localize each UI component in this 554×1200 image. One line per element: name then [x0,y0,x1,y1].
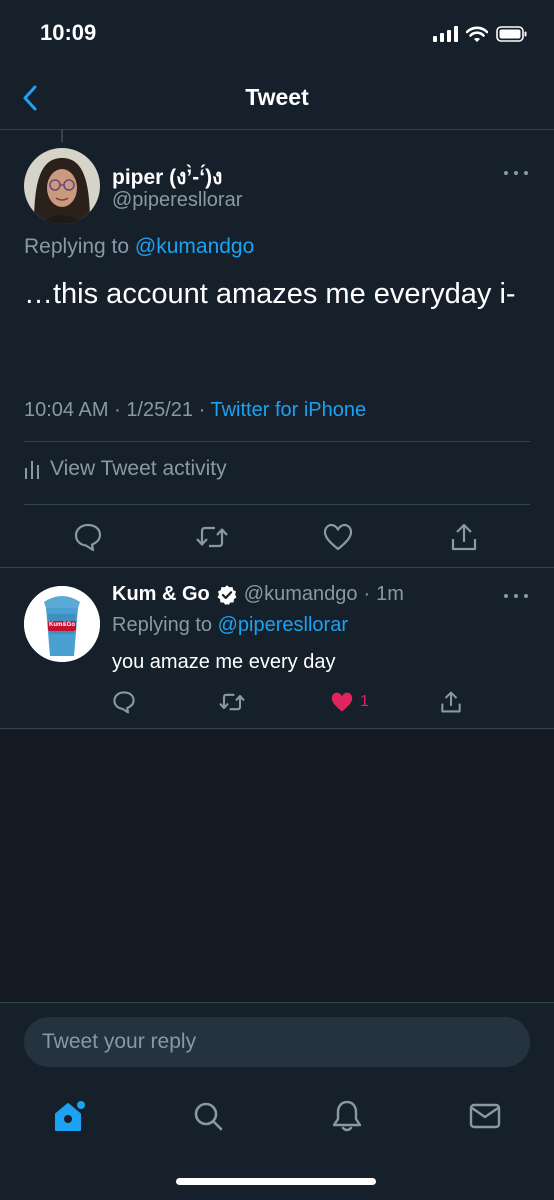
user-avatar-image [24,148,100,224]
mail-icon [469,1103,501,1129]
share-button[interactable] [444,517,484,557]
share-icon [441,691,461,713]
share-icon [451,523,477,551]
empty-timeline-area [0,730,554,1002]
tweet-meta: 10:04 AM · 1/25/21 · Twitter for iPhone [24,399,366,422]
tweet-time: 10:04 AM [24,399,109,421]
reply-button[interactable] [68,517,108,557]
like-button[interactable] [318,517,358,557]
reply-input[interactable] [24,1017,530,1067]
retweet-button[interactable] [218,687,246,717]
comment-icon [113,691,135,714]
tab-home[interactable] [48,1094,92,1138]
meta-separator: · [114,399,121,421]
more-options-button[interactable] [504,167,528,179]
avatar[interactable]: Kum&Go [24,586,100,662]
replying-to-handle-link[interactable]: @kumandgo [135,235,254,258]
reply-button[interactable] [112,687,136,717]
home-icon [55,1099,87,1131]
activity-label: View Tweet activity [50,457,227,480]
retweet-icon [196,526,228,548]
divider [24,504,530,505]
status-bar: 10:09 [0,0,554,64]
tweet-date: 1/25/21 [126,399,194,421]
tweet-source-link[interactable]: Twitter for iPhone [210,399,366,421]
main-tweet: piper (ง’̀-‘́)ง @piperesllorar Replying … [0,131,554,568]
reply-composer [0,1002,554,1082]
wifi-icon [466,26,488,42]
battery-icon [496,26,527,42]
avatar-logo-text: Kum&Go [49,622,75,628]
like-button[interactable]: 1 [330,687,369,717]
cellular-signal-icon [433,26,458,42]
tweet-text: …this account amazes me everyday i- [24,278,516,310]
reply-time-ago: 1m [376,583,404,605]
home-indicator[interactable] [176,1178,376,1185]
bell-icon [332,1100,362,1132]
divider [24,441,530,442]
replying-to: Replying to @piperesllorar [112,614,348,637]
share-button[interactable] [440,687,462,717]
replying-to: Replying to @kumandgo [24,235,254,259]
replying-to-handle-link[interactable]: @piperesllorar [218,614,348,636]
meta-separator: · [198,399,206,421]
tab-messages[interactable] [463,1094,507,1138]
reply-tweet[interactable]: Kum&Go Kum & Go @kumandgo · 1m Replying … [0,569,554,729]
replying-prefix: Replying to [24,235,135,258]
author-name[interactable]: Kum & Go [112,583,210,606]
retweet-button[interactable] [192,517,232,557]
meta-separator: · [363,583,371,605]
more-options-button[interactable] [504,590,528,602]
replying-prefix: Replying to [112,614,218,636]
like-count: 1 [360,693,369,710]
status-time: 10:09 [40,20,97,45]
reply-header: Kum & Go @kumandgo · 1m [112,583,404,606]
page-title: Tweet [245,84,309,110]
tweet-text: you amaze me every day [112,651,336,673]
search-icon [194,1102,223,1131]
tab-search[interactable] [186,1094,230,1138]
header: Tweet [0,64,554,130]
author-handle[interactable]: @kumandgo [244,583,358,606]
bar-chart-icon [25,461,39,479]
comment-icon [74,523,102,552]
heart-filled-icon [331,692,353,712]
retweet-icon [219,693,245,711]
heart-icon [323,523,353,551]
view-tweet-activity-button[interactable]: View Tweet activity [24,457,227,481]
status-icons [433,22,528,46]
verified-badge-icon [217,584,237,605]
author-handle[interactable]: @piperesllorar [112,189,242,212]
tweet-actions [24,517,530,561]
tab-notifications[interactable] [325,1094,369,1138]
tweet-actions: 1 [112,687,492,717]
avatar[interactable] [24,148,100,224]
